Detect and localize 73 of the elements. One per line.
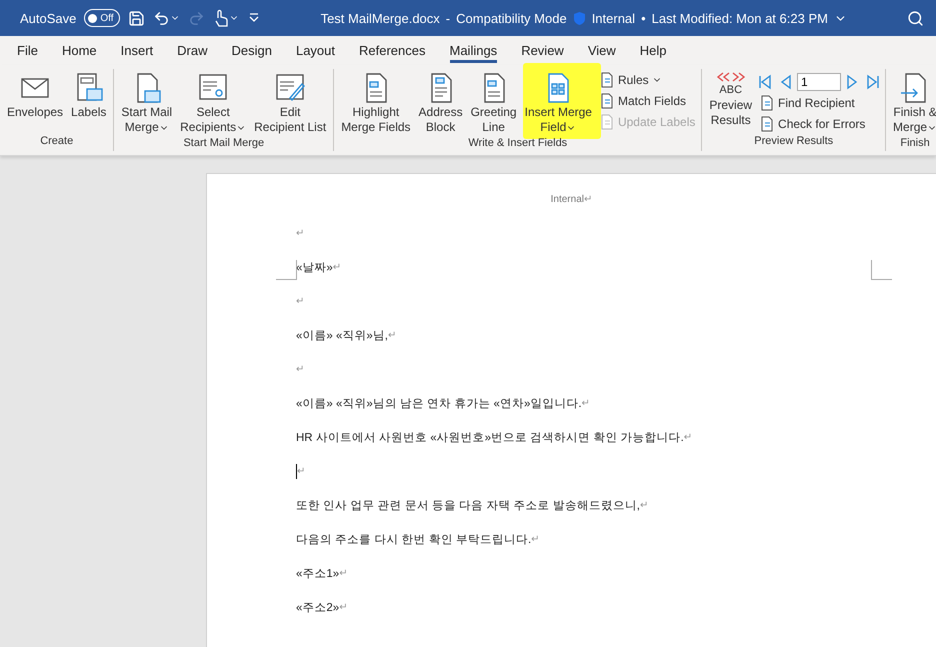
customize-icon[interactable] <box>246 12 261 24</box>
ribbon-button[interactable]: Envelopes <box>4 69 66 135</box>
ribbon-button[interactable]: Labels <box>68 69 110 135</box>
ribbon-button[interactable]: Greeting Line <box>468 69 520 137</box>
paragraph-text: «주소1» <box>296 566 340 580</box>
crop-mark <box>871 260 892 280</box>
ribbon-button[interactable]: Edit Recipient List <box>251 69 330 137</box>
paragraph-mark: ↵ <box>684 432 692 442</box>
group-label: Finish <box>899 137 931 151</box>
ribbon-button[interactable]: Address Block <box>416 69 466 137</box>
ribbon-tab[interactable]: Help <box>628 36 679 65</box>
paragraph-mark: ↵ <box>339 568 348 578</box>
group-label: Write & Insert Fields <box>467 137 568 151</box>
header-text: Internal <box>550 194 584 205</box>
first-record-icon[interactable] <box>757 74 774 90</box>
ribbon-button[interactable]: Insert Merge Field <box>522 69 595 137</box>
ribbon-tab[interactable]: Insert <box>108 36 166 65</box>
last-record-icon[interactable] <box>865 74 882 90</box>
ribbon-tab[interactable]: Home <box>50 36 109 65</box>
paragraph-mark: ↵ <box>640 500 648 510</box>
shield-icon <box>572 10 586 26</box>
paragraph-mark: ↵ <box>388 330 396 340</box>
ribbon-tab[interactable]: Mailings <box>438 36 510 65</box>
paragraph-mark: ↵ <box>531 534 540 544</box>
paragraph-text: 또한 인사 업무 관련 문서 등을 다음 자택 주소로 발송해드렸으니, <box>296 498 640 512</box>
paragraph-mark: ↵ <box>297 466 306 476</box>
search-icon[interactable] <box>907 10 924 26</box>
ribbon-button[interactable]: Check for Errors <box>757 115 882 133</box>
paragraph-mark: ↵ <box>332 262 342 272</box>
paragraph-mark: ↵ <box>339 602 348 612</box>
ribbon-tab[interactable]: Review <box>509 36 576 65</box>
ribbon-tab[interactable]: Layout <box>284 36 348 65</box>
ribbon-tab[interactable]: View <box>576 36 628 65</box>
ribbon-button[interactable]: Rules <box>596 71 698 89</box>
ribbon-button[interactable]: Select Recipients <box>177 69 250 137</box>
ribbon-button[interactable]: Start Mail Merge <box>118 69 176 137</box>
ribbon-button[interactable]: Match Fields <box>596 92 698 110</box>
paragraph-text: 다음의 주소를 다시 한번 확인 부탁드립니다. <box>296 532 532 546</box>
compatibility-mode: Compatibility Mode <box>456 10 567 26</box>
chevrons-icon <box>714 71 747 83</box>
autosave-label: AutoSave <box>20 10 76 26</box>
paragraph-text: «주소2» <box>296 600 340 614</box>
group-label: Start Mail Merge <box>182 137 266 151</box>
ribbon-tab[interactable]: File <box>5 36 50 65</box>
ribbon-button[interactable]: Highlight Merge Fields <box>338 69 414 137</box>
autosave-toggle[interactable]: Off <box>84 9 120 27</box>
paragraph-mark: ↵ <box>296 228 304 238</box>
paragraph-text: HR 사이트에서 사원번호 «사원번호»번으로 검색하시면 확인 가능합니다. <box>296 430 684 444</box>
group-label: Create <box>39 135 74 149</box>
ribbon-tab[interactable]: Design <box>220 36 284 65</box>
group-label: Preview Results <box>753 135 834 149</box>
last-modified[interactable]: Last Modified: Mon at 6:23 PM <box>652 10 828 26</box>
paragraph-text: «이름» «직위»님의 남은 연차 휴가는 «연차»일입니다. <box>296 396 582 410</box>
ribbon-tab[interactable]: References <box>347 36 438 65</box>
paragraph-mark: ↵ <box>582 398 590 408</box>
abc-caption: ABC <box>719 83 742 98</box>
paragraph-text: «날짜» <box>296 260 333 274</box>
ribbon-button[interactable]: ABC Preview Results <box>706 69 756 135</box>
paragraph-text: «이름» «직위»님, <box>296 328 388 342</box>
title-bullet: • <box>641 10 646 26</box>
sensitivity-label: Internal <box>592 10 636 26</box>
touch-hand-icon[interactable] <box>212 9 229 27</box>
crop-mark <box>276 260 297 280</box>
document-title: Test MailMerge.docx <box>320 10 440 26</box>
ribbon-tab[interactable]: Draw <box>165 36 220 65</box>
ribbon-button[interactable]: Find Recipient <box>757 94 882 112</box>
paragraph-mark: ↵ <box>584 194 592 205</box>
title-separator: - <box>446 10 450 26</box>
undo-icon[interactable] <box>152 10 170 26</box>
paragraph-mark: ↵ <box>296 364 304 374</box>
record-field[interactable]: 1 <box>797 73 842 91</box>
paragraph-mark: ↵ <box>296 296 304 306</box>
save-icon[interactable] <box>128 10 145 26</box>
